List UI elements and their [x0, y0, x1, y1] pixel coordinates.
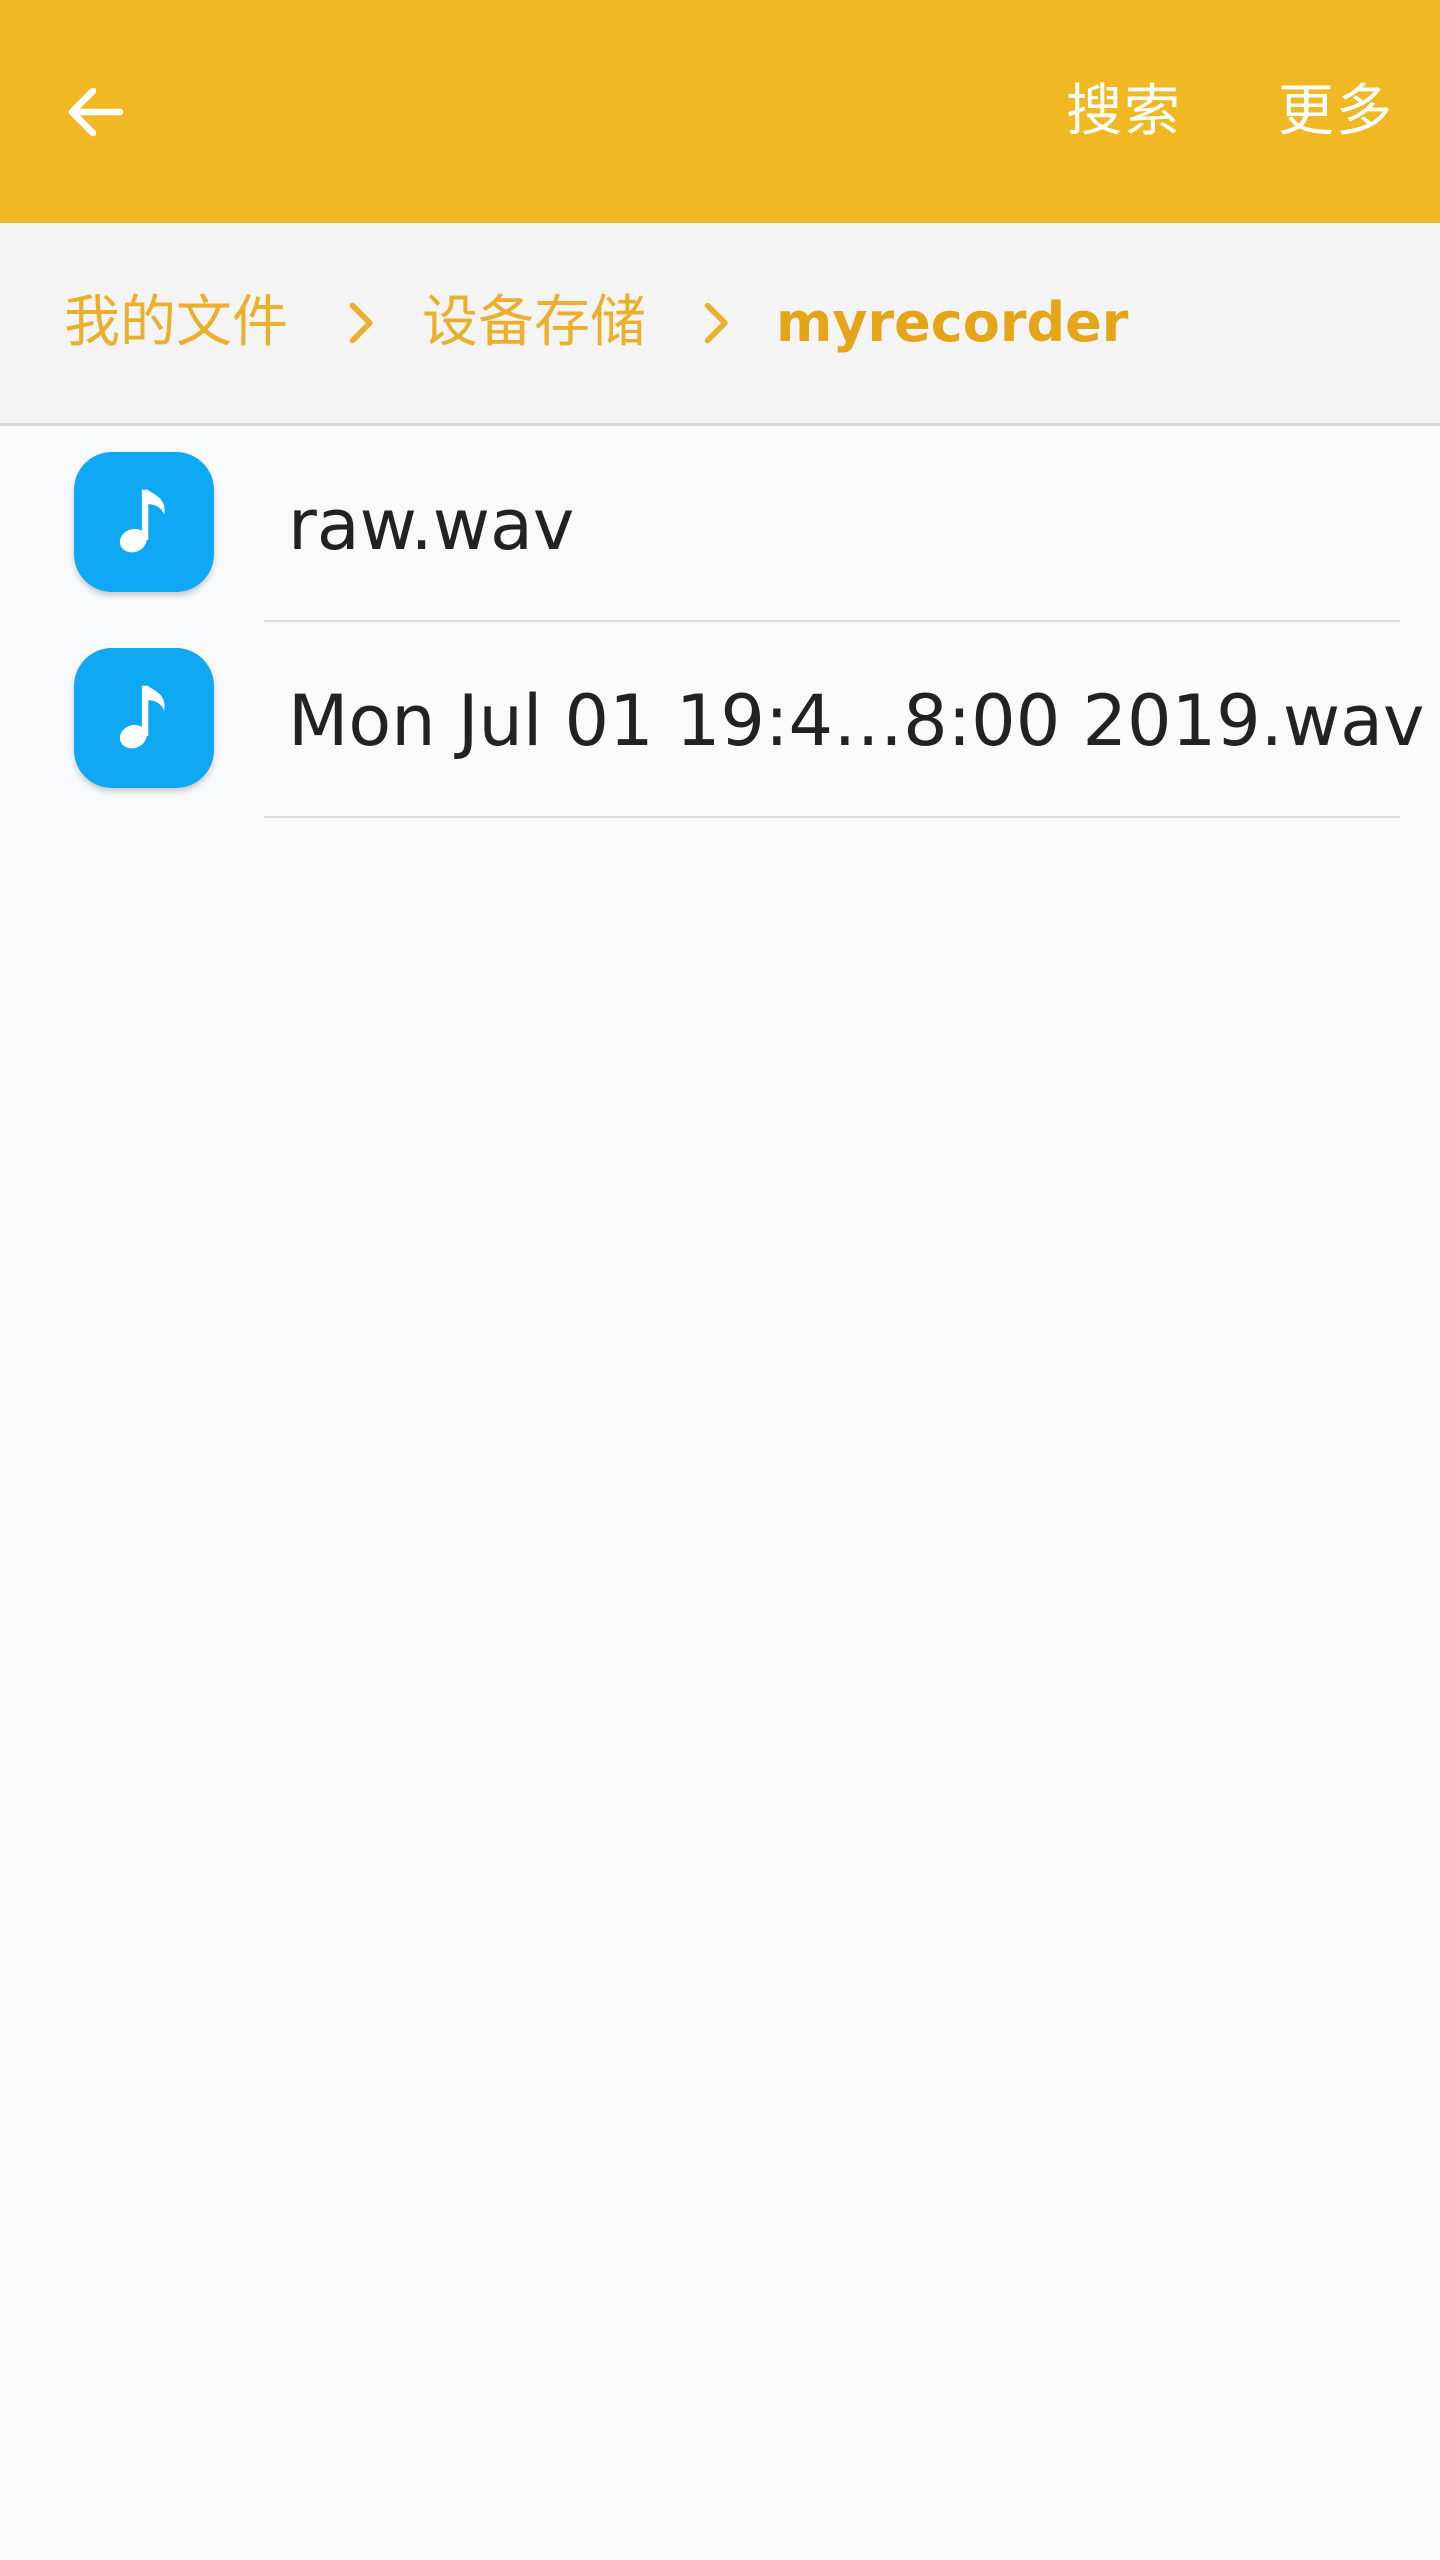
breadcrumb: 我的文件 设备存储 myrecorder	[0, 223, 1440, 426]
chevron-right-icon	[685, 293, 745, 353]
list-item[interactable]: Mon Jul 01 19:4…8:00 2019.wav	[0, 622, 1440, 818]
music-note-icon	[119, 685, 165, 749]
breadcrumb-item-current-folder: myrecorder	[776, 291, 1129, 354]
chevron-right-icon	[330, 293, 390, 353]
audio-file-icon	[74, 452, 214, 592]
file-list: raw.wav Mon Jul 01 19:4…8:00 2019.wav	[0, 426, 1440, 818]
back-button[interactable]	[40, 56, 152, 168]
app-bar: 搜索 更多	[0, 0, 1440, 223]
file-name: Mon Jul 01 19:4…8:00 2019.wav	[288, 680, 1425, 762]
more-button[interactable]: 更多	[1278, 72, 1394, 152]
file-name: raw.wav	[288, 484, 575, 566]
audio-file-icon	[74, 648, 214, 788]
file-browser-screen: 搜索 更多 我的文件 设备存储 myrecorder raw.wav Mon J…	[0, 0, 1440, 2560]
arrow-left-icon	[68, 87, 124, 137]
list-item[interactable]: raw.wav	[0, 426, 1440, 622]
divider	[264, 816, 1400, 818]
breadcrumb-item-my-files[interactable]: 我的文件	[64, 287, 288, 359]
music-note-icon	[119, 489, 165, 553]
breadcrumb-item-device-storage[interactable]: 设备存储	[422, 287, 646, 359]
search-button[interactable]: 搜索	[1066, 72, 1182, 152]
